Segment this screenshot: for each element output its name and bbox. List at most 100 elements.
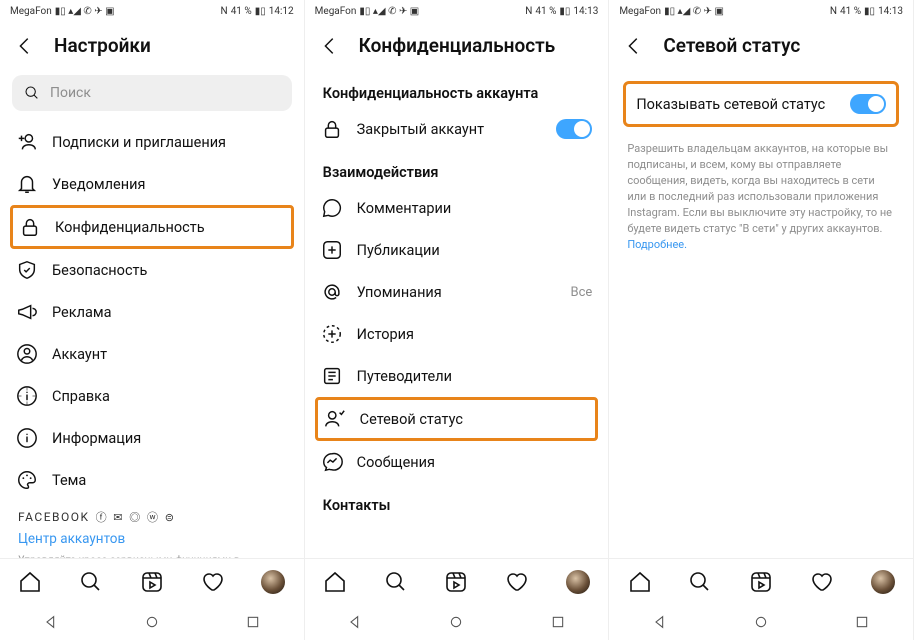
- screen-activity-status: MegaFon ▮▯ ▴◢ ✆ ✈ ▣ N 41 % ▮▯ 14:13 Сете…: [609, 0, 914, 640]
- carrier-label: MegaFon: [619, 6, 661, 17]
- tab-profile[interactable]: [261, 570, 285, 594]
- row-private-account[interactable]: Закрытый аккаунт: [307, 108, 607, 150]
- nav-home[interactable]: [144, 614, 160, 630]
- row-notifications[interactable]: Уведомления: [2, 163, 302, 205]
- brand-label: FACEBOOK: [18, 510, 90, 524]
- back-button[interactable]: [319, 35, 341, 57]
- tab-activity[interactable]: [505, 570, 529, 594]
- carrier-label: MegaFon: [315, 6, 357, 17]
- plus-square-icon: [321, 239, 343, 261]
- nav-recent[interactable]: [550, 614, 566, 630]
- battery-label: 41 %: [231, 6, 252, 17]
- row-privacy[interactable]: Конфиденциальность: [10, 205, 294, 249]
- time-label: 14:13: [573, 6, 598, 17]
- at-icon: [321, 281, 343, 303]
- tab-bar: [0, 558, 304, 604]
- show-activity-toggle[interactable]: [850, 94, 886, 114]
- private-account-toggle[interactable]: [556, 119, 592, 139]
- row-theme[interactable]: Тема: [2, 459, 302, 501]
- palette-icon: [16, 469, 38, 491]
- row-messages[interactable]: Сообщения: [307, 441, 607, 483]
- row-label: Реклама: [52, 304, 288, 321]
- megaphone-icon: [16, 301, 38, 323]
- row-label: Конфиденциальность: [55, 219, 285, 236]
- row-guides[interactable]: Путеводители: [307, 355, 607, 397]
- nav-back[interactable]: [652, 614, 668, 630]
- row-label: Упоминания: [357, 284, 557, 301]
- tab-reels[interactable]: [140, 570, 164, 594]
- row-activity-status[interactable]: Сетевой статус: [315, 397, 599, 441]
- row-info[interactable]: Информация: [2, 417, 302, 459]
- search-input[interactable]: Поиск: [12, 75, 292, 111]
- tab-bar: [609, 558, 913, 604]
- header: Сетевой статус: [609, 22, 913, 71]
- activity-description: Разрешить владельцам аккаунтов, на котор…: [611, 135, 911, 259]
- nav-back[interactable]: [43, 614, 59, 630]
- hint-text: Управляйте кросс-сервисными функциями в: [2, 551, 302, 558]
- row-security[interactable]: Безопасность: [2, 249, 302, 291]
- battery-icon: ▮▯: [864, 6, 875, 17]
- avatar-icon: [261, 570, 285, 594]
- row-label: Сообщения: [357, 454, 593, 471]
- tab-home[interactable]: [18, 570, 42, 594]
- tab-activity[interactable]: [201, 570, 225, 594]
- signal-icon: ▮▯ ▴◢ ✆ ✈ ▣: [55, 6, 115, 17]
- row-label: Комментарии: [357, 200, 593, 217]
- accounts-center-link[interactable]: Центр аккаунтов: [2, 527, 302, 551]
- back-button[interactable]: [623, 35, 645, 57]
- row-mentions[interactable]: Упоминания Все: [307, 271, 607, 313]
- row-label: Справка: [52, 388, 288, 405]
- lock-icon: [19, 216, 41, 238]
- signal-icon: ▮▯ ▴◢ ✆ ✈ ▣: [359, 6, 419, 17]
- avatar-icon: [566, 570, 590, 594]
- row-comments[interactable]: Комментарии: [307, 187, 607, 229]
- row-account[interactable]: Аккаунт: [2, 333, 302, 375]
- tab-search[interactable]: [688, 570, 712, 594]
- nfc-icon: N: [830, 6, 837, 17]
- tab-activity[interactable]: [810, 570, 834, 594]
- time-label: 14:12: [269, 6, 294, 17]
- section-contacts: Контакты: [307, 483, 607, 520]
- tab-bar: [305, 558, 609, 604]
- activity-content: Показывать сетевой статус Разрешить влад…: [609, 71, 913, 558]
- tab-profile[interactable]: [566, 570, 590, 594]
- tab-reels[interactable]: [444, 570, 468, 594]
- info-icon: [16, 427, 38, 449]
- learn-more-link[interactable]: Подробнее.: [627, 238, 687, 251]
- tab-home[interactable]: [323, 570, 347, 594]
- settings-list: Подписки и приглашения Уведомления Конфи…: [0, 121, 304, 558]
- desc-text: Разрешить владельцам аккаунтов, на котор…: [627, 142, 892, 235]
- show-activity-block: Показывать сетевой статус: [623, 81, 899, 127]
- nav-back[interactable]: [347, 614, 363, 630]
- help-icon: [16, 385, 38, 407]
- back-button[interactable]: [14, 35, 36, 57]
- row-label: Уведомления: [52, 176, 288, 193]
- page-title: Сетевой статус: [663, 34, 800, 57]
- nfc-icon: N: [525, 6, 532, 17]
- comment-icon: [321, 197, 343, 219]
- nav-home[interactable]: [753, 614, 769, 630]
- nav-recent[interactable]: [245, 614, 261, 630]
- row-ads[interactable]: Реклама: [2, 291, 302, 333]
- nav-home[interactable]: [448, 614, 464, 630]
- status-bar: MegaFon ▮▯ ▴◢ ✆ ✈ ▣ N 41 % ▮▯ 14:13: [305, 0, 609, 22]
- row-label: Тема: [52, 472, 288, 489]
- row-posts[interactable]: Публикации: [307, 229, 607, 271]
- screen-privacy: MegaFon ▮▯ ▴◢ ✆ ✈ ▣ N 41 % ▮▯ 14:13 Конф…: [305, 0, 610, 640]
- row-story[interactable]: История: [307, 313, 607, 355]
- header: Конфиденциальность: [305, 22, 609, 71]
- page-title: Конфиденциальность: [359, 34, 556, 57]
- lock-icon: [321, 118, 343, 140]
- row-subscriptions[interactable]: Подписки и приглашения: [2, 121, 302, 163]
- tab-search[interactable]: [384, 570, 408, 594]
- status-bar: MegaFon ▮▯ ▴◢ ✆ ✈ ▣ N 41 % ▮▯ 14:13: [609, 0, 913, 22]
- tab-profile[interactable]: [871, 570, 895, 594]
- tab-reels[interactable]: [749, 570, 773, 594]
- android-nav: [0, 604, 304, 640]
- tab-home[interactable]: [628, 570, 652, 594]
- row-label: Безопасность: [52, 262, 288, 279]
- guides-icon: [321, 365, 343, 387]
- tab-search[interactable]: [79, 570, 103, 594]
- row-help[interactable]: Справка: [2, 375, 302, 417]
- nav-recent[interactable]: [854, 614, 870, 630]
